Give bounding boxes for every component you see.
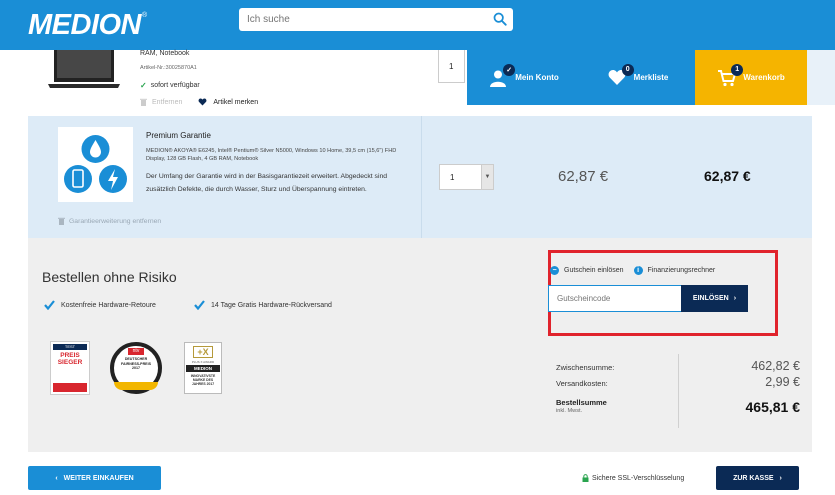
user-icon: ✓ xyxy=(489,63,516,87)
ssl-notice: Sichere SSL-Verschlüsselung xyxy=(582,474,684,482)
merkliste-button[interactable]: 0 Merkliste xyxy=(581,50,695,105)
seal3-top: PLUS X AWARD xyxy=(191,360,215,364)
voucher-code-input[interactable] xyxy=(548,285,682,312)
preissieger-seal: TEST PREIS SIEGER xyxy=(50,341,90,395)
order-total-vat-note: inkl. Mwst. xyxy=(556,408,583,414)
remove-guarantee-label: Garantieerweiterung entfernen xyxy=(69,217,162,225)
seal1-text: PREIS SIEGER xyxy=(57,352,83,366)
order-total-label: Bestellsumme xyxy=(556,398,607,407)
shipping-label: Versandkosten: xyxy=(556,379,608,388)
trash-icon xyxy=(58,217,65,225)
availability-status: ✓ sofort verfügbar xyxy=(140,81,200,90)
trash-icon xyxy=(140,98,147,106)
fairness-preis-seal: ntv DEUTSCHER FAIRNESS-PREIS 2017 xyxy=(110,342,162,394)
checkmark-icon xyxy=(44,300,55,310)
seal1-footer xyxy=(53,383,87,392)
checkout-label: ZUR KASSE xyxy=(733,474,774,482)
financing-calculator-label: Finanzierungsrechner xyxy=(647,267,716,274)
chevron-left-icon: ‹ xyxy=(55,474,58,482)
guarantee-total-price: 62,87 € xyxy=(704,168,751,184)
redeem-voucher-option[interactable]: − Gutschein einlösen xyxy=(550,266,624,275)
guarantee-section: Premium Garantie MEDION® AKOYA® E6245, I… xyxy=(28,116,812,238)
heart-icon xyxy=(198,98,207,106)
guarantee-unit-price: 62,87 € xyxy=(558,168,609,185)
right-strip xyxy=(807,50,835,105)
mein-konto-button[interactable]: ✓ Mein Konto xyxy=(467,50,581,105)
check-icon: ✓ xyxy=(140,81,147,90)
seal3-brand: MEDION xyxy=(186,365,220,372)
guarantee-title: Premium Garantie xyxy=(146,131,211,140)
continue-shopping-button[interactable]: ‹ WEITER EINKAUFEN xyxy=(28,466,161,490)
notebook-product-image[interactable] xyxy=(48,50,120,90)
seal2-top: ntv xyxy=(128,348,144,355)
availability-text: sofort verfügbar xyxy=(150,82,200,89)
redeem-voucher-button[interactable]: EINLÖSEN › xyxy=(681,285,748,312)
checkout-button[interactable]: ZUR KASSE › xyxy=(716,466,799,490)
minus-circle-icon: − xyxy=(550,266,559,275)
remove-guarantee-link[interactable]: Garantieerweiterung entfernen xyxy=(58,217,161,225)
product-subtitle: RAM, Notebook xyxy=(140,50,190,57)
guarantee-quantity-value: 1 xyxy=(450,172,455,182)
top-header: MEDION ® xyxy=(0,0,835,50)
guarantee-quantity-select[interactable]: 1 ▼ xyxy=(439,164,494,190)
ssl-label: Sichere SSL-Verschlüsselung xyxy=(592,474,685,482)
warenkorb-label: Warenkorb xyxy=(743,73,785,82)
product-quantity-field[interactable]: 1 xyxy=(438,50,465,83)
voucher-options: − Gutschein einlösen i Finanzierungsrech… xyxy=(550,266,715,275)
medion-logo[interactable]: MEDION ® xyxy=(28,7,147,43)
summary-divider xyxy=(678,354,679,428)
info-icon: i xyxy=(633,266,643,275)
guarantee-icons-image xyxy=(58,127,133,202)
checkmark-icon xyxy=(194,300,205,310)
seal1-top: TEST xyxy=(53,344,87,350)
save-product-link[interactable]: Artikel merken xyxy=(198,98,258,106)
chevron-right-icon: › xyxy=(733,295,737,302)
search-box xyxy=(239,8,513,31)
guarantee-details: Der Umfang der Garantie wird in der Basi… xyxy=(146,173,388,193)
cart-icon: 1 xyxy=(717,63,744,87)
account-check-badge: ✓ xyxy=(503,63,516,76)
mein-konto-label: Mein Konto xyxy=(515,73,559,82)
search-input[interactable] xyxy=(239,8,479,31)
remove-product-label: Entfernen xyxy=(152,98,183,106)
chevron-down-icon[interactable]: ▼ xyxy=(481,165,493,189)
financing-calculator-option[interactable]: i Finanzierungsrechner xyxy=(633,266,716,275)
lock-icon xyxy=(582,474,589,482)
seal2-text: DEUTSCHER FAIRNESS-PREIS 2017 xyxy=(121,357,151,370)
continue-shopping-label: WEITER EINKAUFEN xyxy=(63,474,134,482)
save-product-label: Artikel merken xyxy=(213,98,259,106)
guarantee-product-description: MEDION® AKOYA® E6245, Intel® Pentium® Si… xyxy=(146,148,397,162)
logo-registered-mark: ® xyxy=(142,11,148,19)
feature-free-returns: Kostenfreie Hardware-Retoure xyxy=(44,300,156,310)
subtotal-label: Zwischensumme: xyxy=(556,363,615,372)
search-icon[interactable] xyxy=(493,12,507,26)
award-seals: TEST PREIS SIEGER ntv DEUTSCHER FAIRNESS… xyxy=(50,341,222,395)
logo-text: MEDION xyxy=(28,8,142,41)
account-bar: ✓ Mein Konto 0 Merkliste 1 Warenkorb xyxy=(467,50,807,105)
seal3-text: INNOVATIVSTE MARKE DES JAHRES 2017 xyxy=(190,374,216,387)
redeem-button-label: EINLÖSEN xyxy=(692,295,729,302)
remove-product-link[interactable]: Entfernen xyxy=(140,98,182,106)
product-actions: Entfernen Artikel merken xyxy=(140,98,258,106)
redeem-voucher-label: Gutschein einlösen xyxy=(564,267,624,274)
shipping-value: 2,99 € xyxy=(765,375,800,389)
heart-icon: 0 xyxy=(608,63,634,87)
risk-title: Bestellen ohne Risiko xyxy=(42,269,177,285)
feature-free-shipping-label: 14 Tage Gratis Hardware-Rückversand xyxy=(211,301,332,309)
plus-x-icon: +X xyxy=(193,346,213,358)
warenkorb-button[interactable]: 1 Warenkorb xyxy=(695,50,807,105)
order-total-value: 465,81 € xyxy=(745,399,801,415)
product-article-number: Artikel-Nr.:30025870A1 xyxy=(140,65,197,71)
feature-free-returns-label: Kostenfreie Hardware-Retoure xyxy=(61,301,156,309)
merkliste-count-badge: 0 xyxy=(621,63,634,76)
feature-free-shipping: 14 Tage Gratis Hardware-Rückversand xyxy=(194,300,332,310)
cart-count-badge: 1 xyxy=(731,63,744,76)
plus-x-award-seal: +X PLUS X AWARD MEDION INNOVATIVSTE MARK… xyxy=(184,342,222,394)
seal2-ring xyxy=(114,382,158,390)
guarantee-divider xyxy=(421,116,422,238)
subtotal-value: 462,82 € xyxy=(751,359,800,373)
merkliste-label: Merkliste xyxy=(633,73,669,82)
chevron-right-icon: › xyxy=(779,474,782,482)
order-summary-section: Bestellen ohne Risiko Kostenfreie Hardwa… xyxy=(28,238,812,452)
